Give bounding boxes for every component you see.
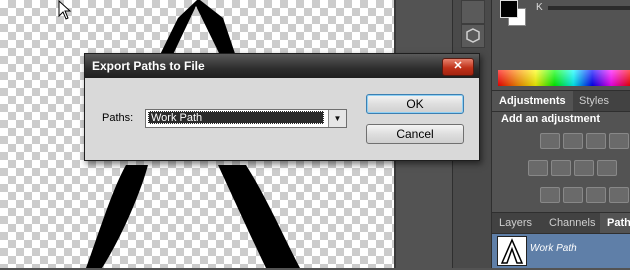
tab-paths[interactable]: Path: [600, 213, 630, 233]
balance-icon[interactable]: [551, 160, 571, 176]
invert-icon[interactable]: [540, 187, 560, 203]
foreground-color-swatch[interactable]: [500, 0, 518, 18]
k-channel-slider[interactable]: [548, 6, 630, 10]
dock-button-history[interactable]: [461, 0, 485, 24]
tab-layers[interactable]: Layers: [492, 213, 539, 233]
adjustments-heading: Add an adjustment: [501, 113, 601, 125]
paths-dropdown[interactable]: Work Path ▼: [145, 109, 347, 128]
cancel-button[interactable]: Cancel: [366, 124, 464, 144]
adjustments-panel-tabs: Adjustments Styles: [492, 90, 630, 112]
dialog-title: Export Paths to File: [92, 59, 205, 73]
tab-styles[interactable]: Styles: [572, 91, 616, 111]
ok-button[interactable]: OK: [366, 94, 464, 114]
path-name-label: Work Path: [530, 243, 577, 254]
paths-selected-value: Work Path: [148, 111, 324, 124]
arrow-cursor-icon: [58, 0, 72, 20]
path-thumbnail-icon: [497, 236, 527, 266]
dock-button-3d[interactable]: [461, 24, 485, 48]
black-white-icon[interactable]: [574, 160, 594, 176]
close-icon[interactable]: ✕: [442, 58, 474, 76]
curves-icon[interactable]: [586, 133, 606, 149]
tab-channels[interactable]: Channels: [542, 213, 602, 233]
spectrum-shading: [498, 70, 630, 86]
brightness-icon[interactable]: [540, 133, 560, 149]
vibrance-icon[interactable]: [528, 160, 548, 176]
photo-filter-icon[interactable]: [597, 160, 617, 176]
posterize-icon[interactable]: [563, 187, 583, 203]
tab-adjustments[interactable]: Adjustments: [492, 91, 573, 111]
dialog-titlebar[interactable]: Export Paths to File ✕: [85, 54, 479, 78]
export-paths-dialog: Export Paths to File ✕ Paths: Work Path …: [84, 53, 480, 161]
layers-panel-tabs: Layers Channels Path: [492, 212, 630, 234]
k-channel-label: K: [536, 2, 543, 13]
cube-icon: [466, 28, 480, 43]
gradient-map-icon[interactable]: [609, 187, 629, 203]
paths-label: Paths:: [102, 112, 134, 124]
dropdown-arrow-icon[interactable]: ▼: [328, 110, 346, 127]
threshold-icon[interactable]: [586, 187, 606, 203]
levels-icon[interactable]: [563, 133, 583, 149]
exposure-icon[interactable]: [609, 133, 629, 149]
